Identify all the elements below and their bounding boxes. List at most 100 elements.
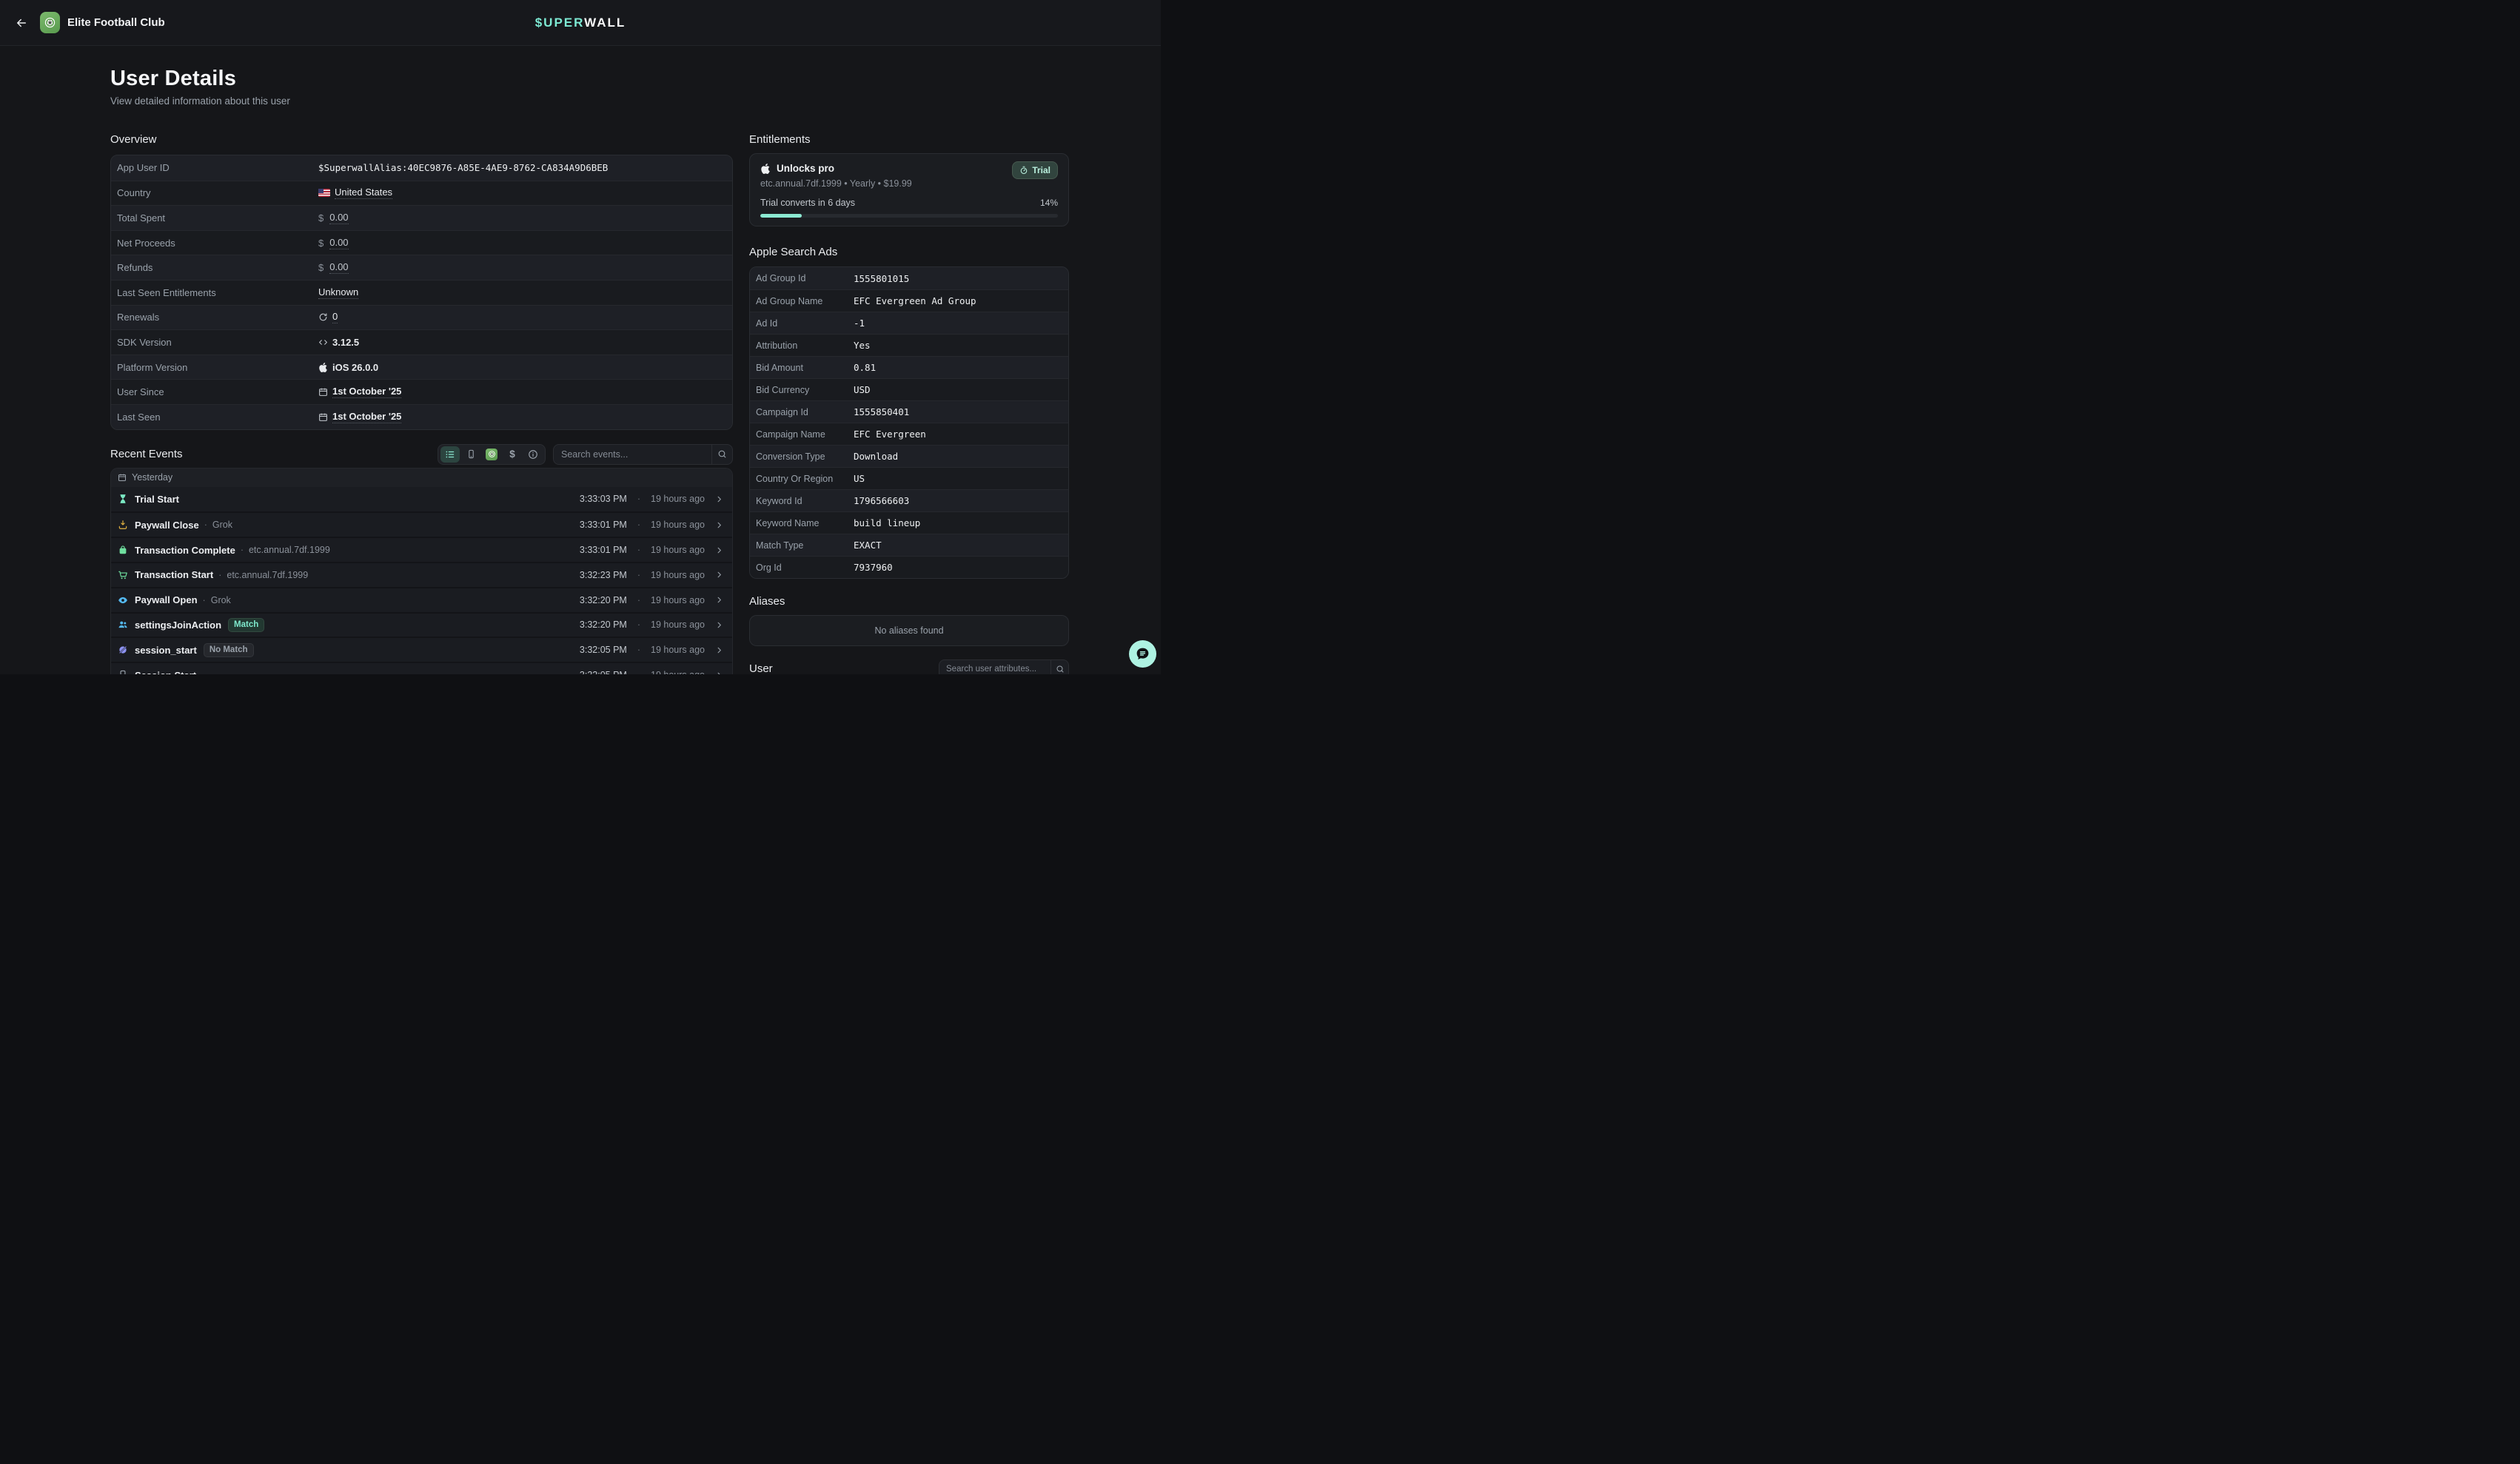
chevron-right-icon: [715, 546, 723, 554]
left-column: User Details View detailed information a…: [110, 46, 733, 674]
trial-progress-track: [760, 214, 1058, 218]
hourglass-icon: [117, 494, 128, 504]
cell-value: 1555801015: [854, 273, 909, 284]
event-subtitle: Grok: [211, 595, 231, 605]
apple-icon: [318, 363, 328, 372]
table-row: Ad Id-1: [750, 312, 1068, 334]
row-label: Country: [111, 187, 318, 198]
group-label: Yesterday: [132, 472, 172, 483]
table-row: Keyword Id1796566603: [750, 489, 1068, 511]
search-icon[interactable]: [1050, 660, 1068, 674]
filter-device-button[interactable]: [461, 446, 480, 463]
overview-heading: Overview: [110, 133, 733, 147]
table-row-last-seen: Last Seen 1st October '25: [111, 404, 732, 429]
country-value[interactable]: United States: [335, 187, 392, 199]
table-row: AttributionYes: [750, 334, 1068, 356]
filter-app-button[interactable]: [482, 446, 501, 463]
event-time: 3:33:01 PM: [580, 545, 627, 555]
calendar-icon: [318, 412, 328, 422]
table-row: Match TypeEXACT: [750, 534, 1068, 556]
renewals-value[interactable]: 0: [332, 311, 338, 323]
event-row-paywall-open[interactable]: Paywall Open ·Grok 3:32:20 PM·19 hours a…: [111, 587, 732, 612]
chevron-right-icon: [715, 646, 723, 654]
event-title: Transaction Complete: [135, 545, 235, 556]
cell-value: EFC Evergreen: [854, 429, 926, 440]
chevron-right-icon: [715, 671, 723, 675]
table-row: Campaign Id1555850401: [750, 400, 1068, 423]
apple-icon: [760, 164, 771, 174]
table-row-platform-version: Platform Version iOS 26.0.0: [111, 355, 732, 380]
event-row-transaction-complete[interactable]: Transaction Complete ·etc.annual.7df.199…: [111, 537, 732, 562]
cell-value: USD: [854, 384, 871, 395]
match-badge: Match: [228, 618, 264, 632]
table-row: Conversion TypeDownload: [750, 445, 1068, 467]
chat-support-button[interactable]: [1129, 640, 1156, 668]
event-title: settingsJoinAction: [135, 619, 221, 631]
table-row-country: Country United States: [111, 181, 732, 206]
right-column: Entitlements Unlocks pro etc.annual.7df.…: [749, 46, 1069, 674]
aliases-empty-card: No aliases found: [749, 615, 1069, 646]
event-ago: 19 hours ago: [651, 645, 705, 655]
user-attributes-search-box: [939, 659, 1069, 674]
phone-icon: [117, 670, 128, 674]
overview-table: App User ID $SuperwallAlias:40EC9876-A85…: [110, 155, 733, 430]
filter-list-button[interactable]: [440, 446, 460, 463]
app-name: Elite Football Club: [67, 16, 165, 29]
events-search-input[interactable]: [554, 449, 711, 460]
filter-info-button[interactable]: [523, 446, 543, 463]
table-row: Ad Group Id1555801015: [750, 267, 1068, 289]
dollar-icon: $: [318, 238, 324, 249]
table-row-renewals: Renewals 0: [111, 305, 732, 330]
trial-badge: Trial: [1012, 161, 1058, 179]
chevron-right-icon: [715, 495, 723, 503]
user-heading: User: [749, 662, 773, 674]
event-row-trial-start[interactable]: Trial Start 3:33:03 PM·19 hours ago: [111, 487, 732, 512]
app-logo-icon: [40, 12, 60, 33]
refresh-icon: [318, 312, 328, 322]
us-flag-icon: [318, 189, 330, 197]
table-row-net-proceeds: Net Proceeds $0.00: [111, 230, 732, 255]
search-icon[interactable]: [711, 445, 732, 464]
paywall-close-icon: [117, 520, 128, 530]
shopping-cart-icon: [117, 570, 128, 580]
cell-value: 0.81: [854, 362, 876, 373]
code-icon: [318, 338, 328, 347]
entitlement-details: etc.annual.7df.1999 • Yearly • $19.99: [760, 178, 912, 189]
events-list: Yesterday Trial Start 3:33:03 PM·19 hour…: [110, 468, 733, 674]
table-row: Keyword Namebuild lineup: [750, 511, 1068, 534]
event-time: 3:32:05 PM: [580, 670, 627, 674]
event-row-settings-join-action[interactable]: settingsJoinAction Match 3:32:20 PM·19 h…: [111, 612, 732, 637]
cell-value: 1555850401: [854, 406, 909, 417]
row-label: Last Seen Entitlements: [111, 287, 318, 298]
dollar-icon: $: [318, 212, 324, 224]
event-title: session_start: [135, 645, 197, 656]
event-row-transaction-start[interactable]: Transaction Start ·etc.annual.7df.1999 3…: [111, 562, 732, 587]
user-attributes-search-input[interactable]: [939, 665, 1050, 674]
event-time: 3:33:01 PM: [580, 520, 627, 530]
refunds-value[interactable]: 0.00: [329, 261, 348, 274]
net-proceeds-value[interactable]: 0.00: [329, 237, 348, 249]
event-ago: 19 hours ago: [651, 545, 705, 555]
row-label: SDK Version: [111, 337, 318, 348]
row-label: Platform Version: [111, 362, 318, 373]
event-row-paywall-close[interactable]: Paywall Close ·Grok 3:33:01 PM·19 hours …: [111, 511, 732, 537]
event-row-session-start-snake[interactable]: session_start No Match 3:32:05 PM·19 hou…: [111, 637, 732, 662]
filter-revenue-button[interactable]: $: [503, 446, 522, 463]
event-row-session-start[interactable]: Session Start 3:32:05 PM·19 hours ago: [111, 662, 732, 674]
event-time: 3:32:23 PM: [580, 570, 627, 580]
event-ago: 19 hours ago: [651, 520, 705, 530]
last-seen-value[interactable]: 1st October '25: [332, 411, 401, 423]
user-since-value[interactable]: 1st October '25: [332, 386, 401, 398]
total-spent-value[interactable]: 0.00: [329, 212, 348, 224]
smartphone-icon: [466, 449, 476, 459]
aliases-heading: Aliases: [749, 595, 1069, 608]
chevron-right-icon: [715, 571, 723, 579]
cell-value: 1796566603: [854, 495, 909, 506]
last-seen-entitlements-value[interactable]: Unknown: [318, 286, 358, 299]
table-row-user-since: User Since 1st October '25: [111, 379, 732, 404]
main-content: User Details View detailed information a…: [0, 46, 1161, 674]
back-button[interactable]: [12, 13, 31, 33]
table-row-total-spent: Total Spent $0.00: [111, 205, 732, 230]
no-aliases-text: No aliases found: [874, 625, 943, 636]
dollar-icon: $: [509, 449, 515, 460]
